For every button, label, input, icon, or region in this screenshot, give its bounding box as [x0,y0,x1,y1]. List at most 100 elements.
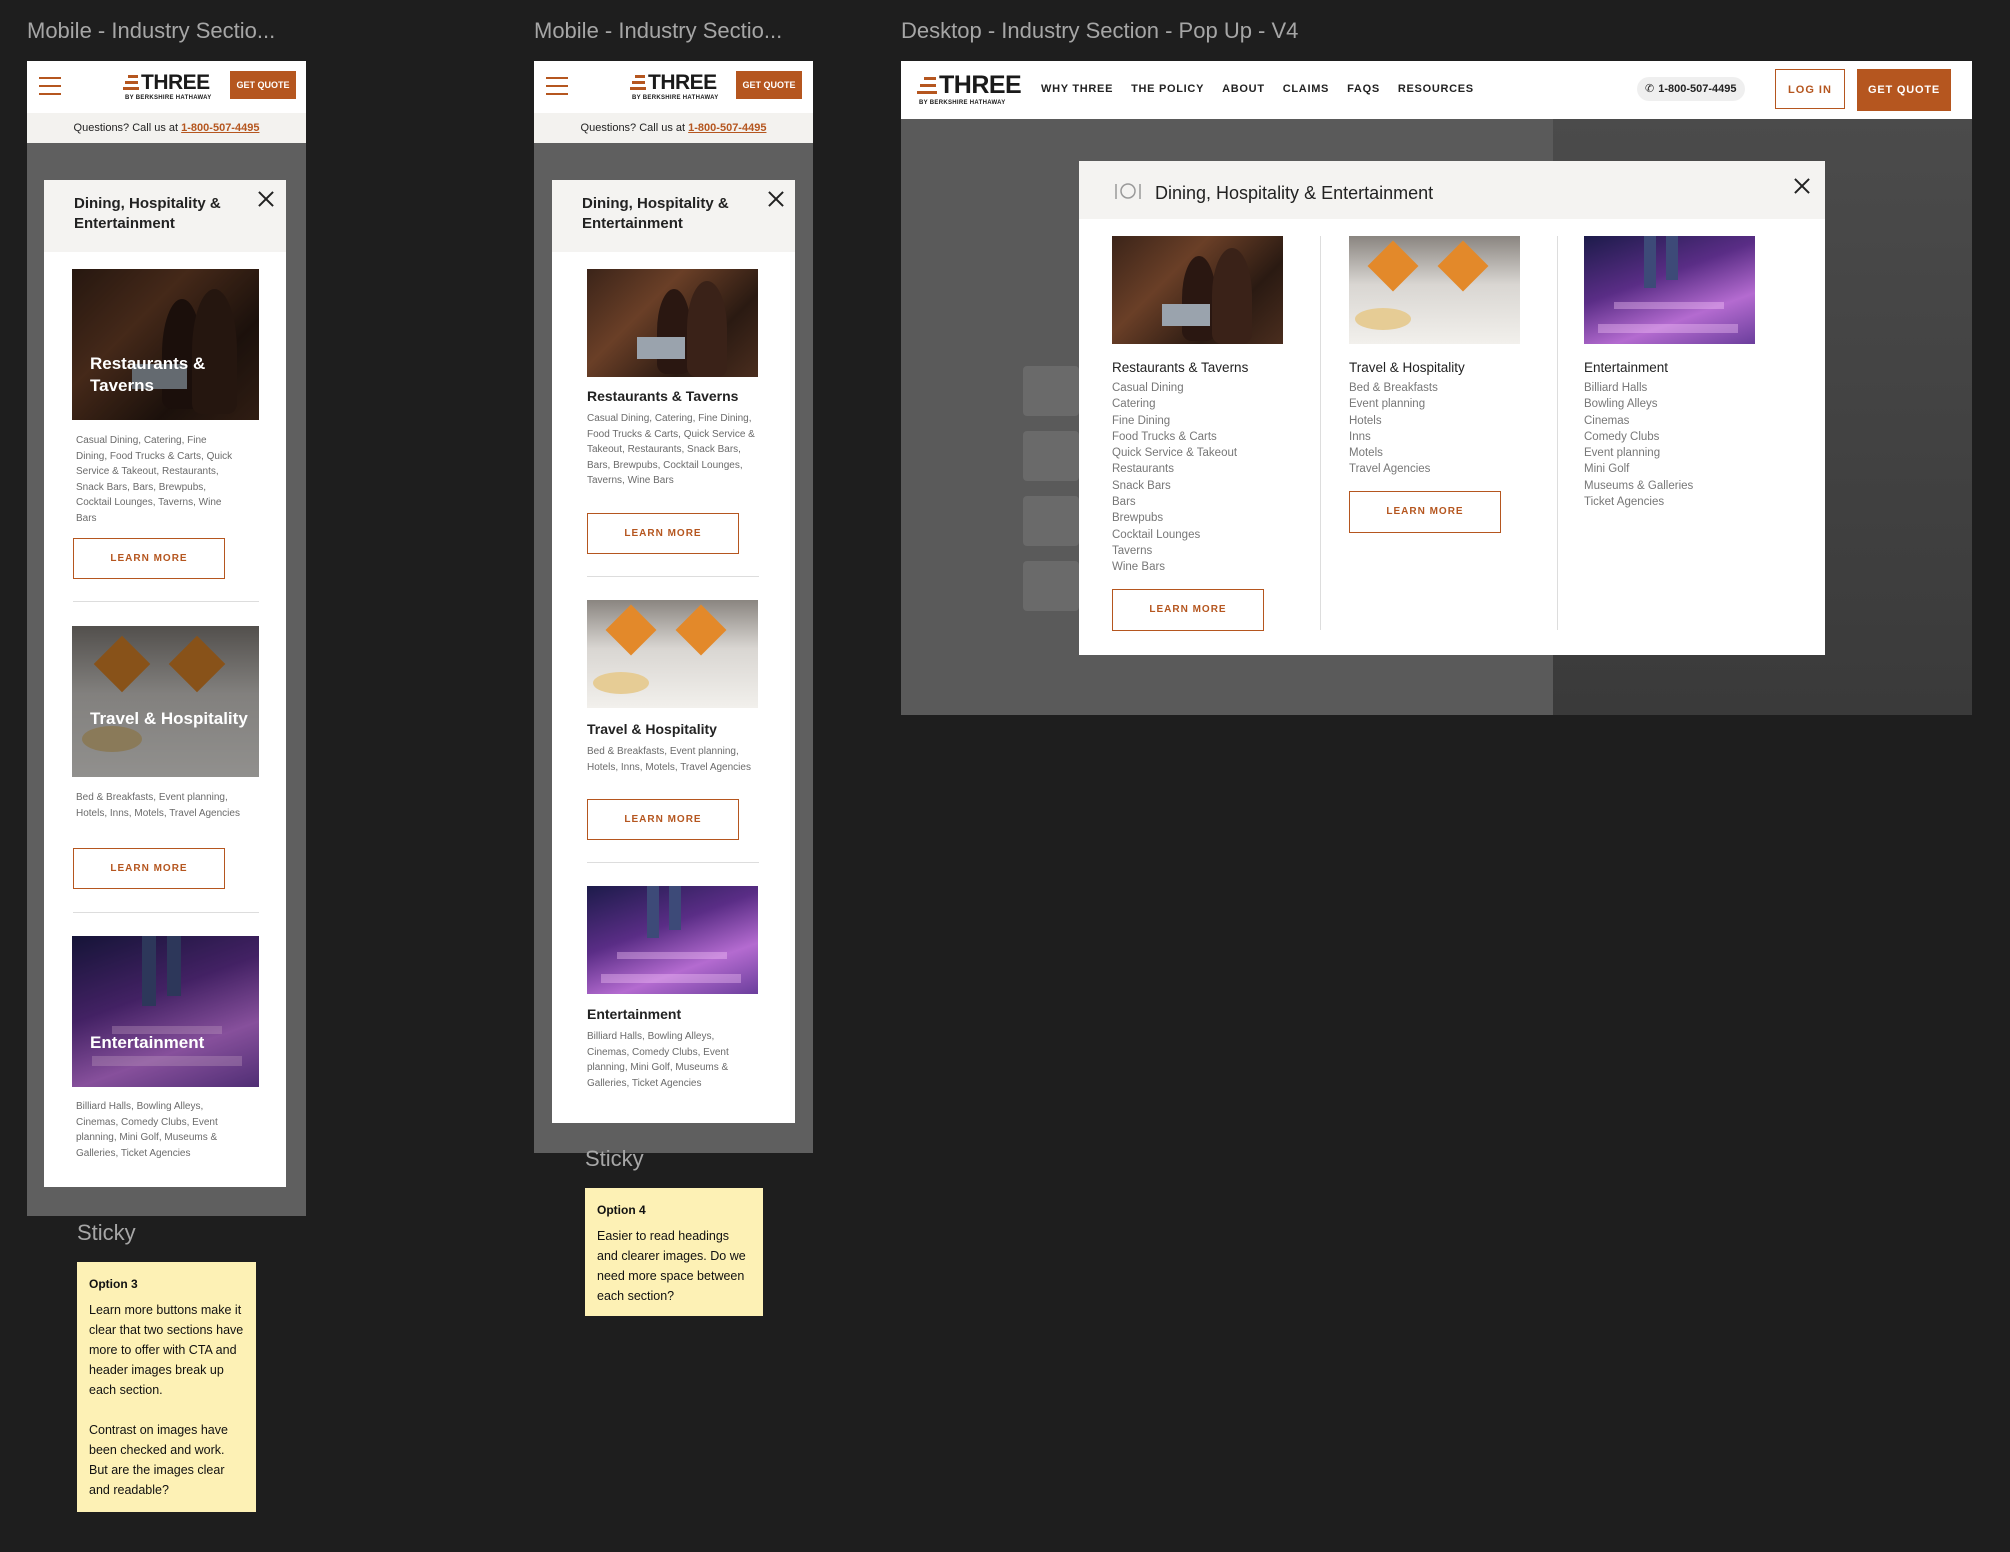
section-divider [587,576,759,577]
list-item[interactable]: Comedy Clubs [1584,429,1693,445]
list-item[interactable]: Brewpubs [1112,510,1237,526]
modal-title: Dining, Hospitality & Entertainment [74,195,221,232]
modal-header: Dining, Hospitality & Entertainment [552,180,795,252]
entertainment-image [587,886,758,994]
modal-header: Dining, Hospitality & Entertainment [44,180,286,252]
section-list-entertainment: Billiard Halls Bowling Alleys Cinemas Co… [1584,380,1693,510]
learn-more-button-travel[interactable]: LEARN MORE [73,848,225,889]
section-divider [587,862,759,863]
learn-more-button-travel[interactable]: LEARN MORE [587,799,739,840]
nav-item-about[interactable]: ABOUT [1222,83,1265,95]
background-tile [1023,431,1079,481]
section-title-restaurants: Restaurants & Taverns [587,388,739,404]
list-item[interactable]: Billiard Halls [1584,380,1693,396]
column-divider [1557,236,1558,630]
phone-link[interactable]: 1-800-507-4495 [181,122,259,134]
section-title-travel: Travel & Hospitality [90,709,248,728]
popup-header: Dining, Hospitality & Entertainment [1079,161,1825,219]
background-tile [1023,561,1079,611]
frame-label-mobile-a: Mobile - Industry Sectio... [27,18,276,43]
logo[interactable]: THREE BY BERKSHIRE HATHAWAY [630,71,719,101]
get-quote-button[interactable]: GET QUOTE [230,71,296,99]
section-desc-entertainment: Billiard Halls, Bowling Alleys, Cinemas,… [76,1101,218,1159]
questions-text: Questions? Call us at [73,122,179,134]
learn-more-button-restaurants[interactable]: LEARN MORE [587,513,739,554]
list-item[interactable]: Event planning [1584,445,1693,461]
nav-item-why-three[interactable]: WHY THREE [1041,83,1113,95]
questions-text: Questions? Call us at [580,122,686,134]
nav-item-claims[interactable]: CLAIMS [1283,83,1329,95]
list-item[interactable]: Taverns [1112,543,1237,559]
logo-subtitle: BY BERKSHIRE HATHAWAY [919,100,1006,106]
travel-image: Travel & Hospitality [72,626,259,777]
logo[interactable]: THREE BY BERKSHIRE HATHAWAY [123,71,212,101]
list-item[interactable]: Wine Bars [1112,559,1237,575]
learn-more-button-restaurants[interactable]: LEARN MORE [73,538,225,579]
list-item[interactable]: Bars [1112,494,1237,510]
logo[interactable]: THREE BY BERKSHIRE HATHAWAY [917,71,1022,106]
list-item[interactable]: Museums & Galleries [1584,478,1693,494]
phone-pill[interactable]: ✆ 1-800-507-4495 [1637,77,1745,101]
list-item[interactable]: Food Trucks & Carts [1112,429,1237,445]
sticky-note-option4: Option 4 Easier to read headings and cle… [585,1188,763,1316]
list-item[interactable]: Inns [1349,429,1438,445]
sticky-title: Option 4 [597,1203,646,1217]
learn-more-button-travel[interactable]: LEARN MORE [1349,491,1501,533]
restaurants-image [1112,236,1283,344]
list-item[interactable]: Cinemas [1584,413,1693,429]
sticky-text: Easier to read headings and clearer imag… [597,1229,746,1303]
close-icon[interactable] [767,190,785,208]
list-item[interactable]: Hotels [1349,413,1438,429]
list-item[interactable]: Bed & Breakfasts [1349,380,1438,396]
main-nav: WHY THREE THE POLICY ABOUT CLAIMS FAQS R… [1041,83,1474,95]
phone-link[interactable]: 1-800-507-4495 [688,122,766,134]
nav-item-the-policy[interactable]: THE POLICY [1131,83,1204,95]
list-item[interactable]: Fine Dining [1112,413,1237,429]
list-item[interactable]: Quick Service & Takeout [1112,445,1237,461]
logo-mark-icon [630,73,646,93]
list-item[interactable]: Snack Bars [1112,478,1237,494]
phone-number: 1-800-507-4495 [1658,83,1737,95]
hamburger-icon[interactable] [546,77,568,95]
background-tile [1023,366,1079,416]
entertainment-image [1584,236,1755,344]
login-button[interactable]: LOG IN [1775,69,1845,109]
list-item[interactable]: Cocktail Lounges [1112,527,1237,543]
section-divider [73,601,259,602]
nav-item-faqs[interactable]: FAQS [1347,83,1380,95]
section-desc-travel: Bed & Breakfasts, Event planning, Hotels… [587,746,751,773]
sticky-text: Learn more buttons make it clear that tw… [89,1303,244,1397]
logo-mark-icon [123,73,139,93]
list-item[interactable]: Event planning [1349,396,1438,412]
sticky-text: Contrast on images have been checked and… [89,1423,228,1497]
industry-popup: Dining, Hospitality & Entertainment Rest… [1079,161,1825,655]
get-quote-button[interactable]: GET QUOTE [1857,69,1951,111]
list-item[interactable]: Bowling Alleys [1584,396,1693,412]
section-title-entertainment: Entertainment [1584,360,1669,375]
phone-icon: ✆ [1645,83,1655,95]
nav-item-resources[interactable]: RESOURCES [1398,83,1474,95]
travel-image [1349,236,1520,344]
learn-more-button-restaurants[interactable]: LEARN MORE [1112,589,1264,631]
get-quote-button[interactable]: GET QUOTE [736,71,802,99]
list-item[interactable]: Mini Golf [1584,461,1693,477]
list-item[interactable]: Catering [1112,396,1237,412]
list-item[interactable]: Motels [1349,445,1438,461]
list-item[interactable]: Casual Dining [1112,380,1237,396]
section-title-travel: Travel & Hospitality [1349,360,1465,375]
entertainment-image: Entertainment [72,936,259,1087]
list-item[interactable]: Ticket Agencies [1584,494,1693,510]
sticky-title: Option 3 [89,1277,138,1291]
section-desc-restaurants: Casual Dining, Catering, Fine Dining, Fo… [587,413,755,486]
column-divider [1320,236,1321,630]
logo-subtitle: BY BERKSHIRE HATHAWAY [125,95,212,101]
close-icon[interactable] [1793,177,1811,195]
hamburger-icon[interactable] [39,77,61,95]
industry-modal: Dining, Hospitality & Entertainment Rest… [44,180,286,1187]
questions-bar: Questions? Call us at 1-800-507-4495 [534,113,813,143]
section-desc-restaurants: Casual Dining, Catering, Fine Dining, Fo… [76,435,233,524]
logo-subtitle: BY BERKSHIRE HATHAWAY [632,95,719,101]
list-item[interactable]: Restaurants [1112,461,1237,477]
list-item[interactable]: Travel Agencies [1349,461,1438,477]
close-icon[interactable] [257,190,275,208]
